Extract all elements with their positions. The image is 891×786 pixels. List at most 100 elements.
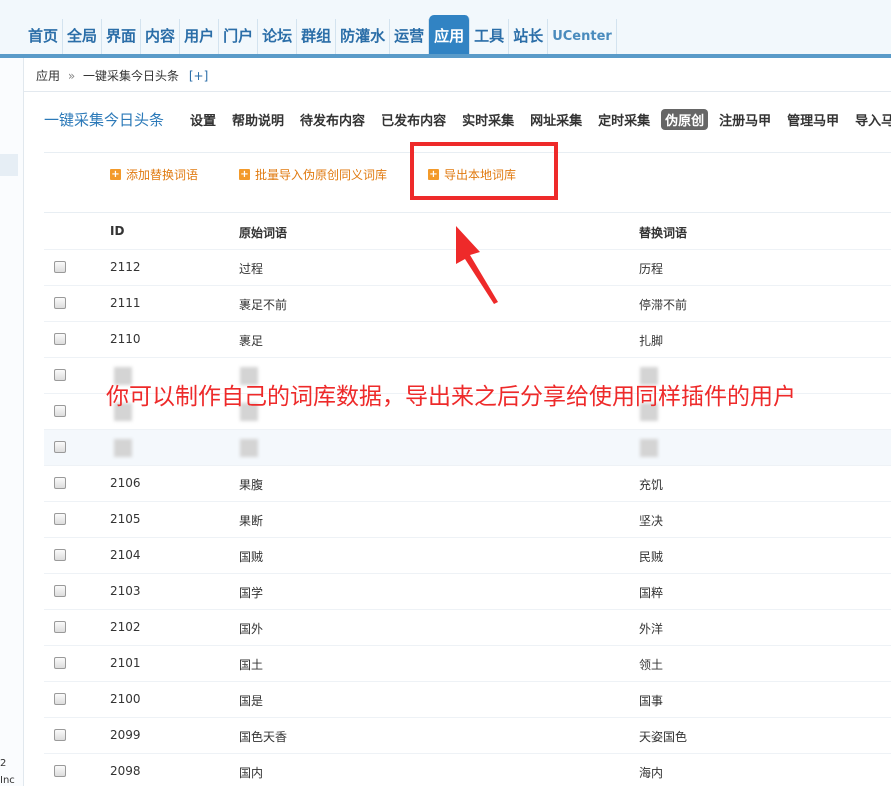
- breadcrumb-root[interactable]: 应用: [36, 69, 60, 83]
- cell-original: 裹足不前: [239, 298, 288, 312]
- cell-id: 2106: [110, 476, 141, 490]
- row-checkbox[interactable]: [54, 477, 66, 489]
- red-arrow-icon: [456, 226, 498, 304]
- row-checkbox[interactable]: [54, 657, 66, 669]
- divider: [44, 212, 891, 213]
- row-checkbox[interactable]: [54, 765, 66, 777]
- cell-replacement: 国粹: [639, 586, 664, 600]
- table-row: 2105 果断 坚决: [44, 501, 891, 537]
- add-replace-word-label: 添加替换词语: [126, 168, 199, 182]
- nav-home[interactable]: 首页: [24, 19, 64, 54]
- cell-replacement: 国事: [639, 694, 664, 708]
- cell-original: 国内: [239, 766, 264, 780]
- redacted-cell: [240, 439, 258, 457]
- nav-operations[interactable]: 运营: [390, 19, 430, 54]
- cell-id: 2103: [110, 584, 141, 598]
- cell-original: 果断: [239, 514, 264, 528]
- nav-portal[interactable]: 门户: [219, 19, 259, 54]
- cell-replacement: 历程: [639, 262, 664, 276]
- menu-url-collect[interactable]: 网址采集: [530, 110, 582, 129]
- table-row: 2106 果腹 充饥: [44, 465, 891, 501]
- menu-pending[interactable]: 待发布内容: [300, 110, 365, 129]
- add-shortcut-button[interactable]: [+]: [189, 69, 208, 83]
- menu-manage-accounts[interactable]: 管理马甲: [787, 110, 839, 129]
- cell-id: 2098: [110, 764, 141, 778]
- breadcrumb-separator: »: [67, 69, 76, 83]
- row-checkbox[interactable]: [54, 369, 66, 381]
- sidebar-selected-item[interactable]: [0, 154, 18, 176]
- redacted-cell: [640, 439, 658, 457]
- highlight-box: [410, 142, 558, 200]
- nav-interface[interactable]: 界面: [102, 19, 142, 54]
- sidebar-fragment: 2: [0, 758, 7, 769]
- batch-import-label: 批量导入伪原创同义词库: [255, 168, 388, 182]
- batch-import-button[interactable]: + 批量导入伪原创同义词库: [239, 166, 387, 183]
- row-checkbox[interactable]: [54, 297, 66, 309]
- cell-id: 2110: [110, 332, 141, 346]
- row-checkbox[interactable]: [54, 693, 66, 705]
- cell-original: 国学: [239, 586, 264, 600]
- cell-original: 过程: [239, 262, 264, 276]
- nav-ucenter[interactable]: UCenter: [548, 19, 617, 54]
- cell-replacement: 民贼: [639, 550, 664, 564]
- cell-id: 2111: [110, 296, 141, 310]
- cell-replacement: 外洋: [639, 622, 664, 636]
- nav-global[interactable]: 全局: [63, 19, 103, 54]
- top-nav-items: 首页 全局 界面 内容 用户 门户 论坛 群组 防灌水 运营 应用 工具 站长 …: [24, 15, 617, 54]
- table-row: 2110 裹足 扎脚: [44, 321, 891, 357]
- sidebar-fragment: Inc: [0, 775, 15, 786]
- cell-id: 2105: [110, 512, 141, 526]
- breadcrumb: 应用 » 一键采集今日头条 [+]: [24, 62, 891, 92]
- nav-groups[interactable]: 群组: [297, 19, 337, 54]
- row-checkbox[interactable]: [54, 333, 66, 345]
- column-header-original: 原始词语: [239, 226, 288, 240]
- nav-antispam[interactable]: 防灌水: [336, 19, 391, 54]
- table-row: 2099 国色天香 天姿国色: [44, 717, 891, 753]
- row-checkbox[interactable]: [54, 261, 66, 273]
- row-checkbox[interactable]: [54, 621, 66, 633]
- menu-published[interactable]: 已发布内容: [381, 110, 446, 129]
- row-checkbox[interactable]: [54, 729, 66, 741]
- cell-original: 裹足: [239, 334, 264, 348]
- menu-help[interactable]: 帮助说明: [232, 110, 284, 129]
- menu-scheduled[interactable]: 定时采集: [598, 110, 650, 129]
- row-checkbox[interactable]: [54, 405, 66, 417]
- menu-settings[interactable]: 设置: [190, 110, 216, 129]
- nav-webmaster[interactable]: 站长: [509, 19, 549, 54]
- add-replace-word-button[interactable]: + 添加替换词语: [110, 166, 198, 183]
- cell-original: 国土: [239, 658, 264, 672]
- cell-replacement: 充饥: [639, 478, 664, 492]
- cell-id: 2102: [110, 620, 141, 634]
- cell-replacement: 坚决: [639, 514, 664, 528]
- nav-apps[interactable]: 应用: [429, 15, 471, 54]
- cell-replacement: 领土: [639, 658, 664, 672]
- top-nav: 首页 全局 界面 内容 用户 门户 论坛 群组 防灌水 运营 应用 工具 站长 …: [0, 0, 891, 58]
- nav-users[interactable]: 用户: [180, 19, 220, 54]
- cell-id: 2100: [110, 692, 141, 706]
- menu-pseudo-original[interactable]: 伪原创: [661, 108, 709, 130]
- row-checkbox[interactable]: [54, 441, 66, 453]
- table-row: 2104 国贼 民贼: [44, 537, 891, 573]
- row-checkbox[interactable]: [54, 585, 66, 597]
- nav-forum[interactable]: 论坛: [258, 19, 298, 54]
- annotation-text: 你可以制作自己的词库数据，导出来之后分享给使用同样插件的用户: [106, 384, 796, 410]
- nav-content[interactable]: 内容: [141, 19, 181, 54]
- cell-replacement: 扎脚: [639, 334, 664, 348]
- cell-original: 国外: [239, 622, 264, 636]
- cell-replacement: 停滞不前: [639, 298, 688, 312]
- left-sidebar: 2 Inc: [0, 58, 24, 786]
- row-checkbox[interactable]: [54, 513, 66, 525]
- table-row: 2101 国土 领土: [44, 645, 891, 681]
- plugin-title: 一键采集今日头条: [44, 110, 165, 129]
- table-row: 2100 国是 国事: [44, 681, 891, 717]
- menu-register-accounts[interactable]: 注册马甲: [719, 110, 771, 129]
- cell-id: 2104: [110, 548, 141, 562]
- table-row: 2098 国内 海内: [44, 753, 891, 786]
- row-checkbox[interactable]: [54, 549, 66, 561]
- nav-tools[interactable]: 工具: [470, 19, 510, 54]
- menu-realtime[interactable]: 实时采集: [462, 110, 514, 129]
- table-row: 2102 国外 外洋: [44, 609, 891, 645]
- menu-import-accounts[interactable]: 导入马甲: [855, 110, 891, 129]
- cell-id: 2099: [110, 728, 141, 742]
- table-row: 2103 国学 国粹: [44, 573, 891, 609]
